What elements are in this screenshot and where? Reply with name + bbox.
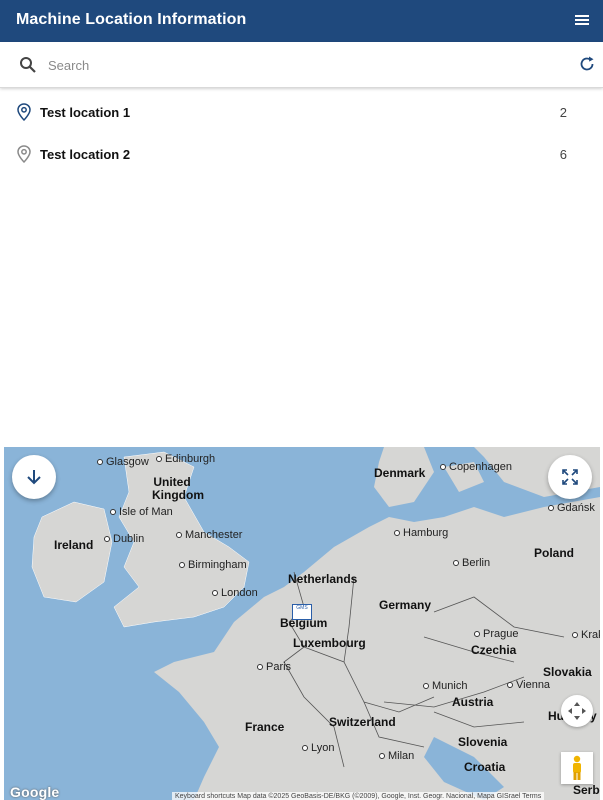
map-city-label: Dublin — [104, 533, 144, 545]
list-item[interactable]: Test location 1 2 — [0, 90, 603, 132]
map-country-label: Czechia — [471, 643, 517, 657]
map-city-label: Gdańsk — [548, 502, 595, 514]
map-country-label: United Kingdom — [152, 475, 204, 502]
map-city-label: Prague — [474, 628, 518, 640]
map-country-label: Serb — [573, 783, 600, 797]
map-city-label: Paris — [257, 661, 291, 673]
search-bar — [0, 42, 603, 88]
map-city-label: Edinburgh — [156, 453, 215, 465]
map-country-label: Netherlands — [288, 572, 358, 586]
app-bar: Machine Location Information — [0, 0, 603, 42]
map-country-label: Austria — [452, 695, 494, 709]
machine-count: 2 — [559, 105, 567, 120]
collapse-map-button[interactable] — [12, 455, 56, 499]
location-marker[interactable]: GMS — [292, 604, 312, 620]
search-input[interactable] — [48, 52, 548, 78]
map-city-label: Milan — [379, 750, 414, 762]
search-icon[interactable] — [19, 56, 37, 74]
map-city-label: Hamburg — [394, 527, 448, 539]
google-logo[interactable]: Google — [10, 784, 59, 800]
location-pin-icon — [17, 145, 31, 163]
hamburger-menu-icon[interactable] — [573, 11, 591, 29]
map-view[interactable]: Denmark United Kingdom Ireland Netherlan… — [4, 447, 600, 800]
location-name: Test location 2 — [40, 147, 131, 162]
map-country-label: Luxembourg — [293, 636, 366, 650]
map-city-label: Manchester — [176, 529, 242, 541]
app-title: Machine Location Information — [16, 11, 247, 28]
map-country-label: Slovenia — [458, 735, 508, 749]
map-country-label: Germany — [379, 598, 432, 612]
machine-count: 6 — [559, 147, 567, 162]
map-country-label: Croatia — [464, 760, 506, 774]
location-list: Test location 1 2 Test location 2 6 — [0, 90, 603, 174]
camera-control-icon — [568, 702, 586, 720]
street-view-button[interactable] — [561, 752, 593, 784]
map-city-label: Glasgow — [97, 456, 149, 468]
fullscreen-icon — [562, 469, 578, 485]
map-city-label: Berlin — [453, 557, 490, 569]
map-city-label: London — [212, 587, 258, 599]
map-city-label: Lyon — [302, 742, 334, 754]
map-city-label: Isle of Man — [110, 506, 173, 518]
location-name: Test location 1 — [40, 105, 131, 120]
map-city-label: Vienna — [507, 679, 550, 691]
arrow-down-icon — [27, 470, 41, 485]
map-country-label: Switzerland — [329, 715, 396, 729]
fullscreen-button[interactable] — [548, 455, 592, 499]
map-country-label: Ireland — [54, 538, 94, 552]
map-city-label: Copenhagen — [440, 461, 512, 473]
map-city-label: Birmingham — [179, 559, 247, 571]
map-city-label: Munich — [423, 680, 467, 692]
map-city-label: Krak — [572, 629, 600, 641]
refresh-icon[interactable] — [578, 55, 596, 73]
map-attribution[interactable]: Keyboard shortcuts Map data ©2025 GeoBas… — [172, 792, 545, 800]
location-pin-icon — [17, 103, 31, 121]
map-country-label: Poland — [534, 546, 575, 560]
map-country-label: Denmark — [374, 466, 426, 480]
list-item[interactable]: Test location 2 6 — [0, 132, 603, 174]
map-country-label: Slovakia — [543, 665, 592, 679]
map-country-label: France — [245, 720, 285, 734]
pegman-icon — [573, 755, 581, 780]
camera-control-button[interactable] — [561, 695, 593, 727]
